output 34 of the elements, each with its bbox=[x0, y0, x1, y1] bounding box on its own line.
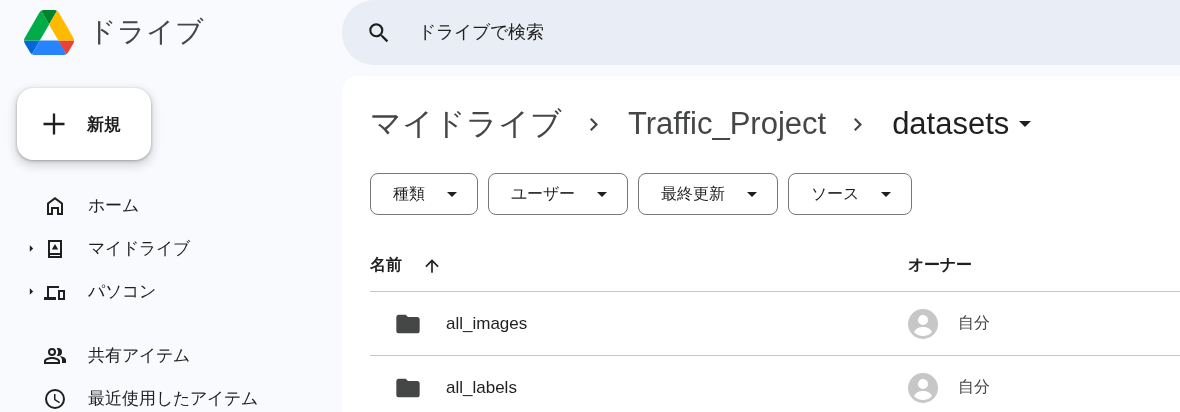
file-name[interactable]: all_images bbox=[446, 313, 528, 334]
caret-icon bbox=[447, 191, 457, 197]
search-field[interactable]: ドライブで検索 bbox=[342, 0, 1180, 65]
breadcrumb-item[interactable]: マイドライブ bbox=[370, 103, 562, 145]
sidebar-item[interactable]: 最近使用したアイテム bbox=[88, 387, 258, 410]
chevron-right-icon bbox=[590, 117, 598, 131]
clock-icon bbox=[43, 386, 67, 411]
sidebar-item[interactable]: マイドライブ bbox=[88, 237, 190, 260]
owner-name: 自分 bbox=[958, 313, 990, 333]
chevron-right-icon bbox=[854, 117, 863, 131]
expand-arrow-icon[interactable] bbox=[29, 244, 34, 253]
avatar-icon bbox=[908, 372, 938, 403]
breadcrumb-item[interactable]: datasets bbox=[892, 106, 1032, 142]
filter-chip[interactable]: 最終更新 bbox=[638, 173, 778, 215]
expand-arrow-icon[interactable] bbox=[29, 287, 34, 296]
filter-chip[interactable]: ユーザー bbox=[488, 173, 628, 215]
caret-icon bbox=[1019, 121, 1032, 127]
sidebar-item[interactable]: パソコン bbox=[88, 280, 156, 303]
caret-icon bbox=[597, 191, 607, 197]
sidebar-item[interactable]: ホーム bbox=[88, 194, 139, 217]
column-header[interactable]: 名前 bbox=[370, 255, 402, 276]
caret-icon bbox=[747, 191, 757, 197]
app-title: ドライブ bbox=[88, 15, 204, 49]
owner-name: 自分 bbox=[958, 377, 990, 397]
sidebar-item[interactable]: 共有アイテム bbox=[88, 344, 190, 367]
drive-logo bbox=[24, 9, 74, 55]
filter-chip[interactable]: ソース bbox=[788, 173, 912, 215]
avatar-icon bbox=[908, 308, 938, 339]
caret-icon bbox=[881, 191, 891, 197]
filter-chip[interactable]: 種類 bbox=[370, 173, 478, 215]
breadcrumb-item[interactable]: Traffic_Project bbox=[628, 106, 827, 142]
column-header[interactable]: オーナー bbox=[908, 255, 972, 276]
file-name[interactable]: all_labels bbox=[446, 377, 517, 398]
new-button[interactable]: 新規 bbox=[17, 88, 151, 160]
